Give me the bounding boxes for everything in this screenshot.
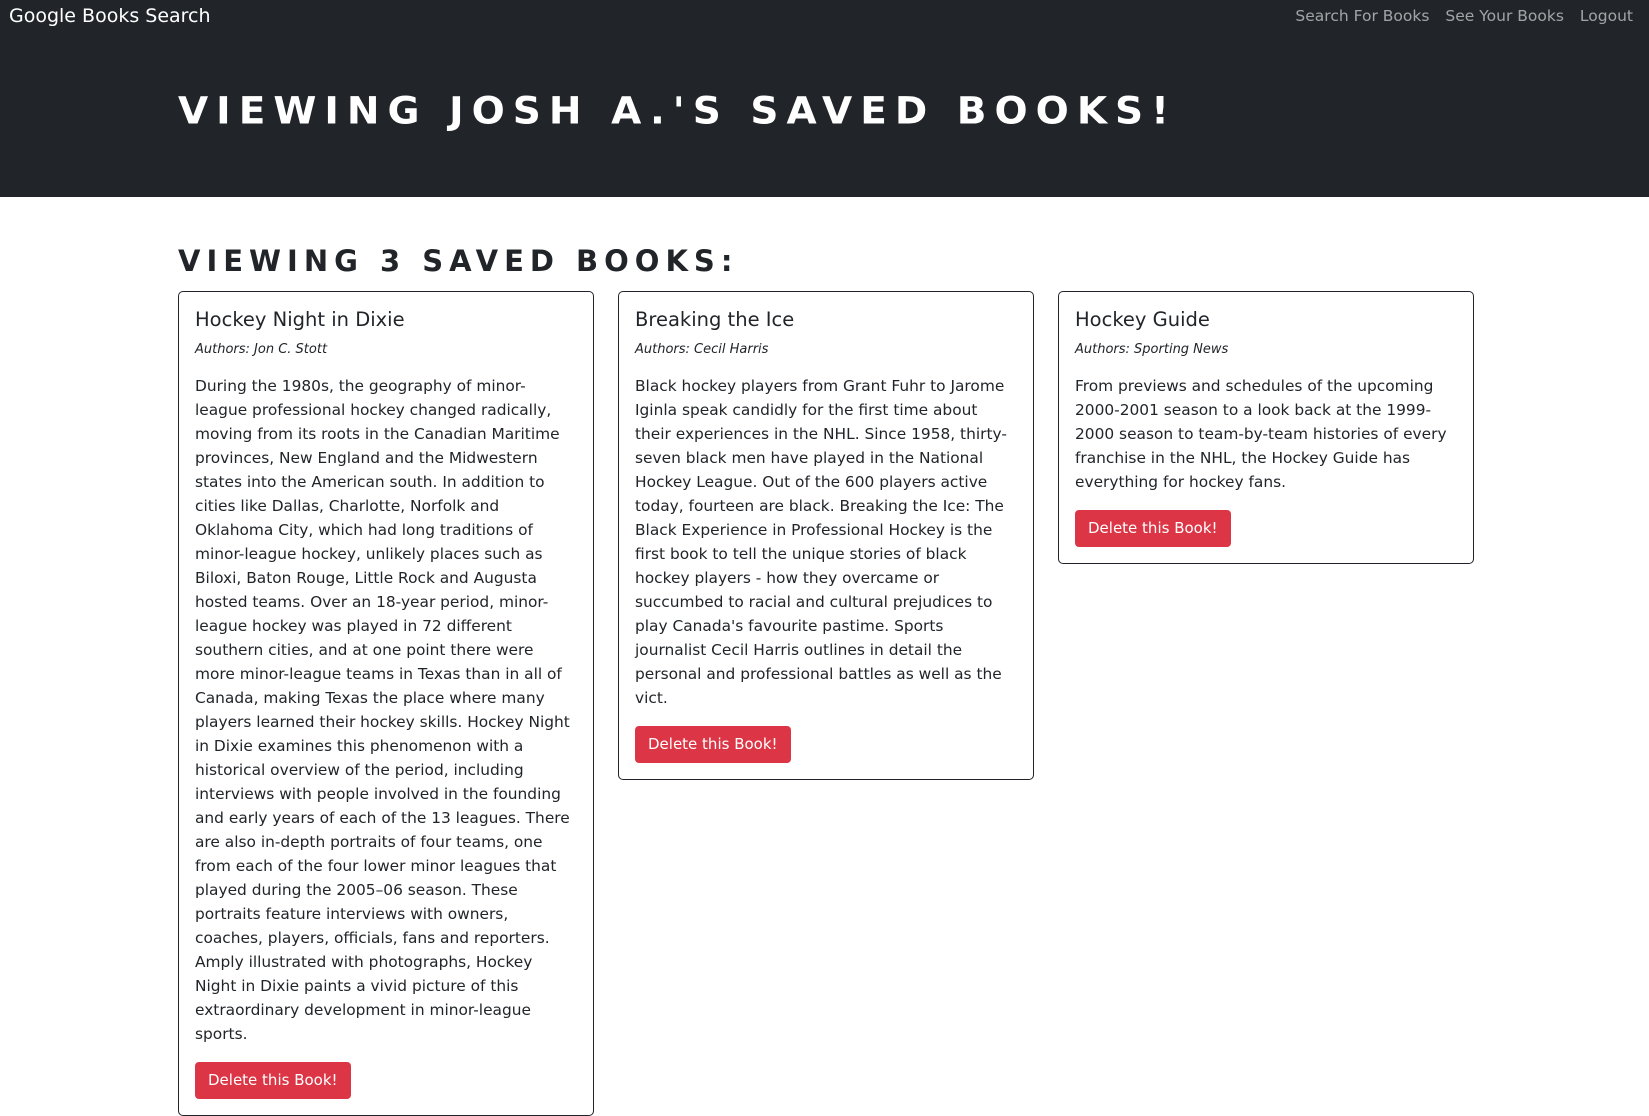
book-description: Black hockey players from Grant Fuhr to … xyxy=(635,376,1007,707)
nav-see-your-books[interactable]: See Your Books xyxy=(1445,7,1564,25)
book-title: Hockey Night in Dixie xyxy=(195,308,405,331)
delete-book-button[interactable]: Delete this Book! xyxy=(195,1061,351,1099)
book-title: Breaking the Ice xyxy=(635,308,795,331)
book-authors: Authors: Jon C. Stott xyxy=(195,342,328,358)
book-description: During the 1980s, the geography of minor… xyxy=(195,376,570,1043)
nav-search-books[interactable]: Search For Books xyxy=(1295,7,1429,25)
book-card: Hockey Night in Dixie Authors: Jon C. St… xyxy=(178,291,594,1116)
header-banner: Viewing Josh A.'s saved books! xyxy=(0,36,1649,197)
book-authors: Authors: Sporting News xyxy=(1075,342,1229,358)
nav-links: Search For Books See Your Books Logout xyxy=(1279,7,1633,25)
nav-logout[interactable]: Logout xyxy=(1580,7,1633,25)
book-authors: Authors: Cecil Harris xyxy=(635,342,769,358)
delete-book-button[interactable]: Delete this Book! xyxy=(1075,509,1231,547)
saved-count-title: Viewing 3 saved books: xyxy=(178,244,739,278)
book-title: Hockey Guide xyxy=(1075,308,1210,331)
navbar: Google Books Search Search For Books See… xyxy=(0,0,1649,36)
book-card: Breaking the Ice Authors: Cecil Harris B… xyxy=(618,291,1034,780)
delete-book-button[interactable]: Delete this Book! xyxy=(635,725,791,763)
book-card: Hockey Guide Authors: Sporting News From… xyxy=(1058,291,1474,564)
page-title: Viewing Josh A.'s saved books! xyxy=(178,90,1177,133)
book-description: From previews and schedules of the upcom… xyxy=(1075,376,1447,491)
brand-link[interactable]: Google Books Search xyxy=(9,5,211,27)
